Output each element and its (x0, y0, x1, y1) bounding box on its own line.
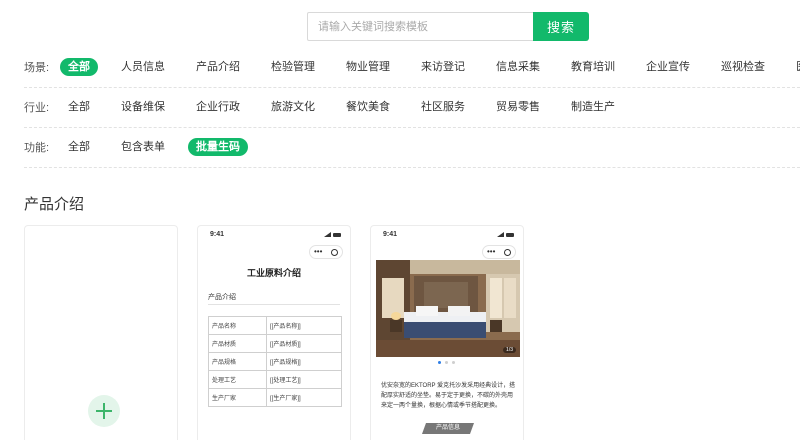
table-row: 产品规格 [[产品规格]] (208, 352, 342, 371)
filter-option-function-0[interactable]: 全部 (60, 138, 98, 156)
field-name: 处理工艺 (208, 370, 267, 389)
filter-option-scene-6[interactable]: 信息采集 (488, 58, 548, 76)
filter-option-scene-2[interactable]: 产品介绍 (188, 58, 248, 76)
filter-option-scene-1[interactable]: 人员信息 (113, 58, 173, 76)
divider (24, 167, 800, 168)
filter-option-industry-0[interactable]: 全部 (60, 98, 98, 116)
plus-icon[interactable] (88, 395, 120, 427)
search-input[interactable] (307, 12, 533, 41)
filter-option-industry-2[interactable]: 企业行政 (188, 98, 248, 116)
filter-option-scene-4[interactable]: 物业管理 (338, 58, 398, 76)
filter-option-scene-8[interactable]: 企业宣传 (638, 58, 698, 76)
table-row: 生产厂家 [[生产厂家]] (208, 388, 342, 407)
product-description: 优安奈宽的EKTORP 爱克托沙发采用经典设计，搭配厚实舒适的坐垫。易于定于更换… (381, 383, 516, 409)
template-card-material[interactable]: 9:41 ••• 工业原料介绍 产品介绍 产品名称 [[产品名称]] 产品材质 [[产… (197, 225, 351, 440)
filter-option-function-2[interactable]: 批量生码 (188, 138, 248, 156)
filter-option-industry-3[interactable]: 旅游文化 (263, 98, 323, 116)
carousel-dot (452, 361, 455, 364)
carousel-dots (438, 361, 455, 364)
mini-program-capsule: ••• (309, 245, 343, 259)
field-name: 产品规格 (208, 352, 267, 371)
filter-row-scene: 场景: 全部 人员信息 产品介绍 检验管理 物业管理 来访登记 信息采集 教育培训 企业宣传 巡视… (24, 57, 800, 77)
section-title: 产品介绍 (24, 196, 85, 213)
filter-option-function-1[interactable]: 包含表单 (113, 138, 173, 156)
divider (24, 87, 800, 88)
filter-option-scene-9[interactable]: 巡视检查 (713, 58, 773, 76)
filter-option-scene-0[interactable]: 全部 (60, 58, 98, 76)
signal-icon (497, 232, 504, 237)
divider (24, 127, 800, 128)
template-title: 工业原料介绍 (246, 268, 301, 278)
field-name: 产品材质 (208, 334, 267, 353)
field-placeholder: [[产品名称]] (266, 316, 342, 335)
spec-table: 产品名称 [[产品名称]] 产品材质 [[产品材质]] 产品规格 [[产品规格]] 处理工艺… (208, 316, 342, 407)
mini-program-capsule: ••• (482, 245, 516, 259)
filter-option-industry-5[interactable]: 社区服务 (413, 98, 473, 116)
field-placeholder: [[产品材质]] (266, 334, 342, 353)
battery-icon (333, 233, 341, 237)
battery-icon (506, 233, 514, 237)
filter-option-scene-3[interactable]: 检验管理 (263, 58, 323, 76)
carousel-dot (438, 361, 441, 364)
new-template-card[interactable] (24, 225, 178, 440)
filter-row-function: 功能: 全部 包含表单 批量生码 (24, 137, 263, 157)
close-icon (331, 249, 338, 256)
filter-option-scene-10[interactable]: 医疗健康 (788, 58, 800, 76)
filter-option-scene-5[interactable]: 来访登记 (413, 58, 473, 76)
search-button[interactable]: 搜索 (533, 12, 589, 41)
table-row: 处理工艺 [[处理工艺]] (208, 370, 342, 389)
search-bar: 搜索 (307, 12, 589, 41)
filter-row-industry: 行业: 全部 设备维保 企业行政 旅游文化 餐饮美食 社区服务 贸易零售 制造生产 (24, 97, 638, 117)
table-row: 产品名称 [[产品名称]] (208, 316, 342, 335)
filter-option-scene-7[interactable]: 教育培训 (563, 58, 623, 76)
filter-option-industry-6[interactable]: 贸易零售 (488, 98, 548, 116)
status-time: 9:41 (383, 231, 398, 238)
status-icons (324, 232, 341, 237)
carousel-dot (445, 361, 448, 364)
filter-option-industry-7[interactable]: 制造生产 (563, 98, 623, 116)
template-subtitle: 产品介绍 (208, 294, 236, 301)
table-row: 产品材质 [[产品材质]] (208, 334, 342, 353)
photo-counter: 1/3 (503, 347, 516, 353)
more-icon: ••• (314, 247, 323, 256)
bedroom-image (376, 260, 520, 357)
filter-option-industry-1[interactable]: 设备维保 (113, 98, 173, 116)
field-name: 生产厂家 (208, 388, 267, 407)
filter-label: 场景: (24, 62, 50, 74)
template-card-product[interactable]: 9:41 ••• 1/3 优安奈宽的EKTORP 爱克托沙发采用经典设计，搭配厚… (370, 225, 524, 440)
field-placeholder: [[产品规格]] (266, 352, 342, 371)
field-placeholder: [[生产厂家]] (266, 388, 342, 407)
product-info-tag: 产品信息 (421, 423, 475, 434)
product-photo: 1/3 (376, 260, 520, 357)
status-icons (497, 232, 514, 237)
signal-icon (324, 232, 331, 237)
field-name: 产品名称 (208, 316, 267, 335)
close-icon (504, 249, 511, 256)
divider (208, 304, 340, 305)
field-placeholder: [[处理工艺]] (266, 370, 342, 389)
status-time: 9:41 (210, 231, 225, 238)
more-icon: ••• (487, 247, 496, 256)
filter-option-industry-4[interactable]: 餐饮美食 (338, 98, 398, 116)
filter-label: 行业: (24, 102, 50, 114)
filter-label: 功能: (24, 142, 50, 154)
